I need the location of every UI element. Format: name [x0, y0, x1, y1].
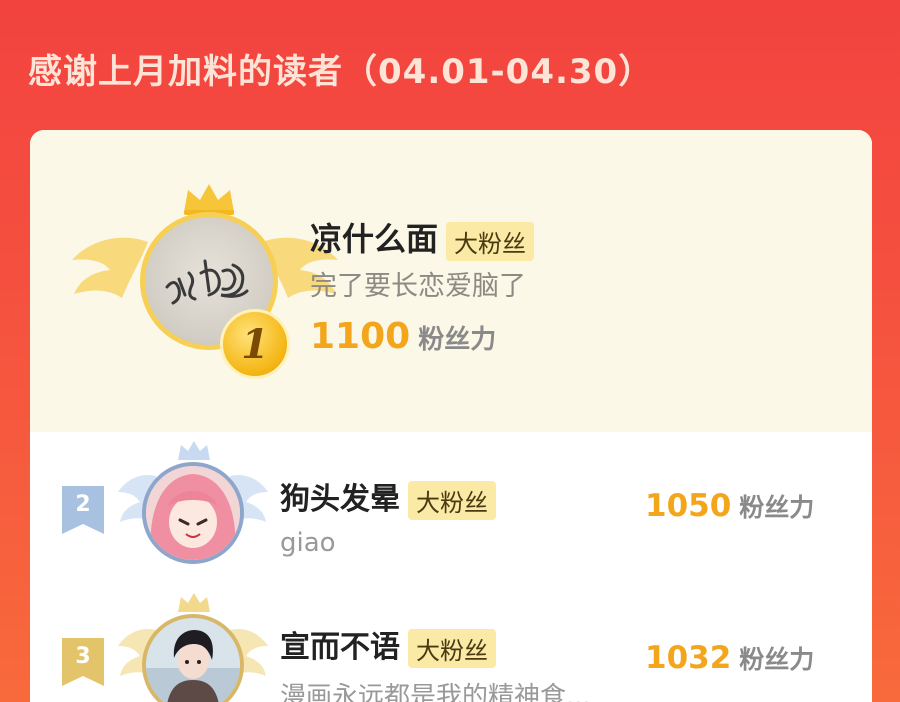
fan-badge: 大粉丝	[446, 221, 535, 261]
score-unit: 粉丝力	[739, 493, 815, 522]
page-title: 感谢上月加料的读者（04.01-04.30）	[28, 52, 654, 92]
fan-badge: 大粉丝	[408, 481, 496, 520]
list-item[interactable]: 3 宣而不语 大粉丝 漫画永远都是我的精神食... 1032 粉丝力	[30, 582, 872, 702]
score-unit: 粉丝力	[418, 325, 497, 355]
top-reader-name-row[interactable]: 凉什么面 大粉丝	[310, 214, 535, 261]
score-value: 1050	[645, 488, 732, 524]
score-unit: 粉丝力	[739, 645, 815, 674]
crown-icon	[178, 593, 210, 612]
reader-score: 1032 粉丝力	[645, 640, 814, 676]
reader-message: giao	[280, 528, 336, 558]
rank-number: 2	[75, 492, 91, 517]
top-reader-name[interactable]: 凉什么面	[310, 220, 438, 258]
reader-avatar[interactable]	[142, 462, 244, 564]
reader-name-row[interactable]: 宣而不语 大粉丝	[280, 622, 496, 668]
reader-name-row[interactable]: 狗头发晕 大粉丝	[280, 474, 496, 520]
rank-number: 3	[75, 644, 91, 669]
reader-message: 漫画永远都是我的精神食...	[280, 682, 591, 702]
pink-hair-anime-girl-icon	[146, 466, 240, 560]
reader-name[interactable]: 狗头发晕	[280, 482, 400, 517]
reader-score: 1050 粉丝力	[645, 488, 814, 524]
top-reader-message: 完了要长恋爱脑了	[310, 271, 526, 302]
crown-icon	[184, 184, 234, 215]
crown-icon	[178, 441, 210, 460]
score-value: 1032	[645, 640, 732, 676]
top-reader-score: 1100 粉丝力	[310, 316, 496, 357]
ranking-card: 1 凉什么面 大粉丝 完了要长恋爱脑了 1100 粉丝力 2 狗头发晕 大粉丝 …	[30, 130, 872, 702]
top-reader-panel[interactable]: 1 凉什么面 大粉丝 完了要长恋爱脑了 1100 粉丝力	[30, 130, 872, 432]
list-item[interactable]: 2 狗头发晕 大粉丝 giao 1050 粉丝力	[30, 432, 872, 582]
score-value: 1100	[310, 316, 411, 357]
left-wing-icon	[72, 237, 148, 298]
dark-hair-anime-boy-icon	[146, 618, 240, 702]
top-reader-avatar-group[interactable]: 1	[70, 182, 338, 379]
rank-1-medal: 1	[220, 309, 290, 379]
fan-badge: 大粉丝	[408, 629, 496, 668]
reader-name[interactable]: 宣而不语	[280, 630, 400, 665]
